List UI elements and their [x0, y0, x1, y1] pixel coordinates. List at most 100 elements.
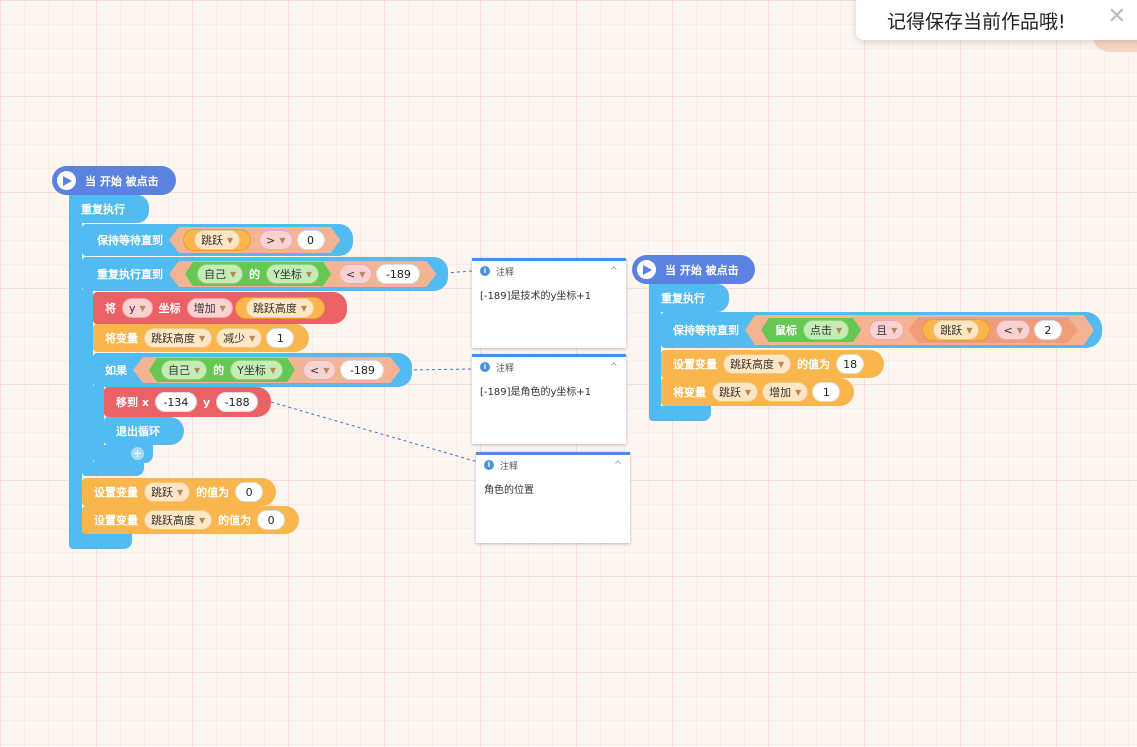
property-reporter[interactable]: 自己 ▼ 的 Y坐标 ▼ [149, 358, 295, 382]
var-dropdown[interactable]: 跳跃 ▼ [194, 230, 240, 250]
wait-until-label: 保持等待直到 [97, 234, 163, 247]
chevron-down-icon: ▼ [230, 269, 237, 279]
target-dropdown[interactable]: 自己 ▼ [197, 264, 243, 284]
property-reporter[interactable]: 自己 ▼ 的 Y坐标 ▼ [185, 262, 331, 286]
var-dropdown[interactable]: 跳跃 ▼ [144, 482, 191, 502]
comment-note[interactable]: i 注释 ^ [-189]是角色的y坐标+1 [472, 354, 626, 444]
property-dropdown[interactable]: Y坐标 ▼ [230, 360, 283, 380]
chevron-down-icon: ▼ [305, 269, 313, 279]
property-dropdown[interactable]: Y坐标 ▼ [266, 264, 319, 284]
var-dropdown[interactable]: 跳跃 ▼ [933, 320, 979, 340]
forever-block[interactable]: 重复执行 [649, 284, 729, 312]
var-reporter[interactable]: 跳跃 ▼ [183, 229, 251, 251]
set-variable-block[interactable]: 设置变量 跳跃 ▼ 的值为 0 [82, 478, 276, 506]
chevron-down-icon: ▼ [891, 325, 898, 335]
value-input[interactable]: 1 [266, 328, 295, 348]
and-dropdown[interactable]: 且 ▼ [869, 320, 904, 340]
value-input[interactable]: 18 [836, 354, 865, 374]
note-body[interactable]: 角色的位置 [476, 475, 630, 502]
chevron-down-icon: ▼ [227, 235, 234, 245]
chevron-down-icon: ▼ [359, 269, 366, 279]
compare-lt-slot: 自己 ▼ 的 Y坐标 ▼ < ▼ -189 [133, 357, 400, 383]
note-title: 注释 [496, 363, 515, 374]
toast-message: 记得保存当前作品哦! [887, 10, 1066, 33]
chevron-down-icon: ▼ [300, 303, 307, 313]
note-body[interactable]: [-189]是角色的y坐标+1 [472, 377, 626, 404]
value-input[interactable]: 2 [1034, 320, 1062, 340]
change-variable-block[interactable]: 将变量 跳跃高度 ▼ 减少 ▼ 1 [93, 324, 309, 352]
comment-note[interactable]: i 注释 ^ [-189]是技术的y坐标+1 [472, 258, 626, 348]
var-dropdown[interactable]: 跳跃高度 ▼ [723, 354, 792, 374]
operator-dropdown[interactable]: < ▼ [996, 320, 1029, 340]
move-to-block[interactable]: 移到 x -134 y -188 [104, 387, 271, 417]
var-reporter[interactable]: 跳跃 ▼ [922, 319, 990, 341]
var-dropdown[interactable]: 跳跃高度 ▼ [144, 510, 213, 530]
compare-lt-slot: 跳跃 ▼ < ▼ 2 [908, 317, 1078, 343]
y-input[interactable]: -188 [216, 392, 259, 412]
var-dropdown[interactable]: 跳跃高度 ▼ [144, 328, 213, 348]
chevron-down-icon: ▼ [269, 365, 277, 375]
chevron-down-icon: ▼ [778, 359, 785, 369]
chevron-down-icon: ▼ [219, 303, 226, 313]
chevron-down-icon: ▼ [194, 365, 201, 375]
chevron-up-icon[interactable]: ^ [614, 460, 622, 471]
var-reporter[interactable]: 跳跃高度 ▼ [234, 297, 325, 319]
chevron-down-icon: ▼ [249, 333, 256, 343]
note-body[interactable]: [-189]是技术的y坐标+1 [472, 281, 626, 308]
hat-label: 当 开始 被点击 [85, 174, 159, 188]
operator-dropdown[interactable]: < ▼ [303, 360, 336, 380]
chevron-up-icon[interactable]: ^ [610, 362, 618, 373]
add-branch-icon[interactable]: + [131, 447, 144, 460]
change-coord-block[interactable]: 将 y ▼ 坐标 增加 ▼ 跳跃高度 ▼ [93, 292, 347, 324]
save-reminder-toast: 记得保存当前作品哦! ✕ [856, 0, 1137, 40]
mode-dropdown[interactable]: 增加 ▼ [762, 382, 809, 402]
value-input[interactable]: -189 [376, 264, 420, 284]
chevron-down-icon: ▼ [199, 515, 206, 525]
compare-gt-slot: 跳跃 ▼ > ▼ 0 [169, 227, 341, 253]
x-input[interactable]: -134 [154, 392, 197, 412]
chevron-down-icon: ▼ [795, 387, 802, 397]
wait-until-block[interactable]: 保持等待直到 鼠标 点击 ▼ 且 ▼ 跳跃 ▼ < ▼ 2 [661, 312, 1102, 348]
operator-dropdown[interactable]: > ▼ [259, 230, 292, 250]
forever-label: 重复执行 [81, 203, 125, 216]
value-input[interactable]: 0 [257, 510, 286, 530]
forever-foot [69, 532, 132, 549]
chevron-down-icon: ▼ [1016, 325, 1023, 335]
mode-dropdown[interactable]: 增加 ▼ [186, 298, 233, 318]
repeat-until-block[interactable]: 重复执行直到 自己 ▼ 的 Y坐标 ▼ < ▼ -189 [82, 257, 449, 291]
change-variable-block[interactable]: 将变量 跳跃 ▼ 增加 ▼ 1 [661, 378, 854, 406]
mouse-reporter[interactable]: 鼠标 点击 ▼ [761, 318, 861, 342]
forever-block[interactable]: 重复执行 [69, 195, 149, 223]
info-icon: i [480, 362, 490, 372]
value-input[interactable]: -189 [340, 360, 384, 380]
close-icon[interactable]: ✕ [1108, 4, 1126, 29]
var-dropdown[interactable]: 跳跃 ▼ [712, 382, 759, 402]
when-start-clicked-hat[interactable]: 当 开始 被点击 [52, 166, 176, 195]
operator-dropdown[interactable]: < ▼ [339, 264, 372, 284]
target-dropdown[interactable]: 自己 ▼ [161, 360, 207, 380]
if-foot [93, 445, 153, 463]
wait-until-block[interactable]: 保持等待直到 跳跃 ▼ > ▼ 0 [82, 224, 353, 256]
event-dropdown[interactable]: 点击 ▼ [803, 320, 849, 340]
chevron-down-icon: ▼ [279, 235, 286, 245]
if-block[interactable]: 如果 自己 ▼ 的 Y坐标 ▼ < ▼ -189 [93, 353, 413, 387]
mode-dropdown[interactable]: 减少 ▼ [216, 328, 263, 348]
break-loop-block[interactable]: 退出循环 [104, 417, 184, 445]
forever-arm [649, 311, 661, 408]
axis-dropdown[interactable]: y ▼ [122, 298, 153, 318]
set-variable-block[interactable]: 设置变量 跳跃高度 ▼ 的值为 18 [661, 350, 884, 378]
info-icon: i [484, 460, 494, 470]
comment-note[interactable]: i 注释 ^ 角色的位置 [476, 452, 630, 543]
chevron-down-icon: ▼ [836, 325, 843, 335]
var-dropdown[interactable]: 跳跃高度 ▼ [245, 298, 314, 318]
repeat-until-foot [82, 462, 144, 476]
value-input[interactable]: 0 [297, 230, 325, 250]
if-label: 如果 [105, 364, 127, 377]
value-input[interactable]: 0 [235, 482, 264, 502]
set-variable-block[interactable]: 设置变量 跳跃高度 ▼ 的值为 0 [82, 506, 299, 534]
chevron-up-icon[interactable]: ^ [610, 266, 618, 277]
note-title: 注释 [500, 461, 519, 472]
value-input[interactable]: 1 [812, 382, 841, 402]
when-start-clicked-hat[interactable]: 当 开始 被点击 [632, 255, 755, 284]
chevron-down-icon: ▼ [745, 387, 752, 397]
